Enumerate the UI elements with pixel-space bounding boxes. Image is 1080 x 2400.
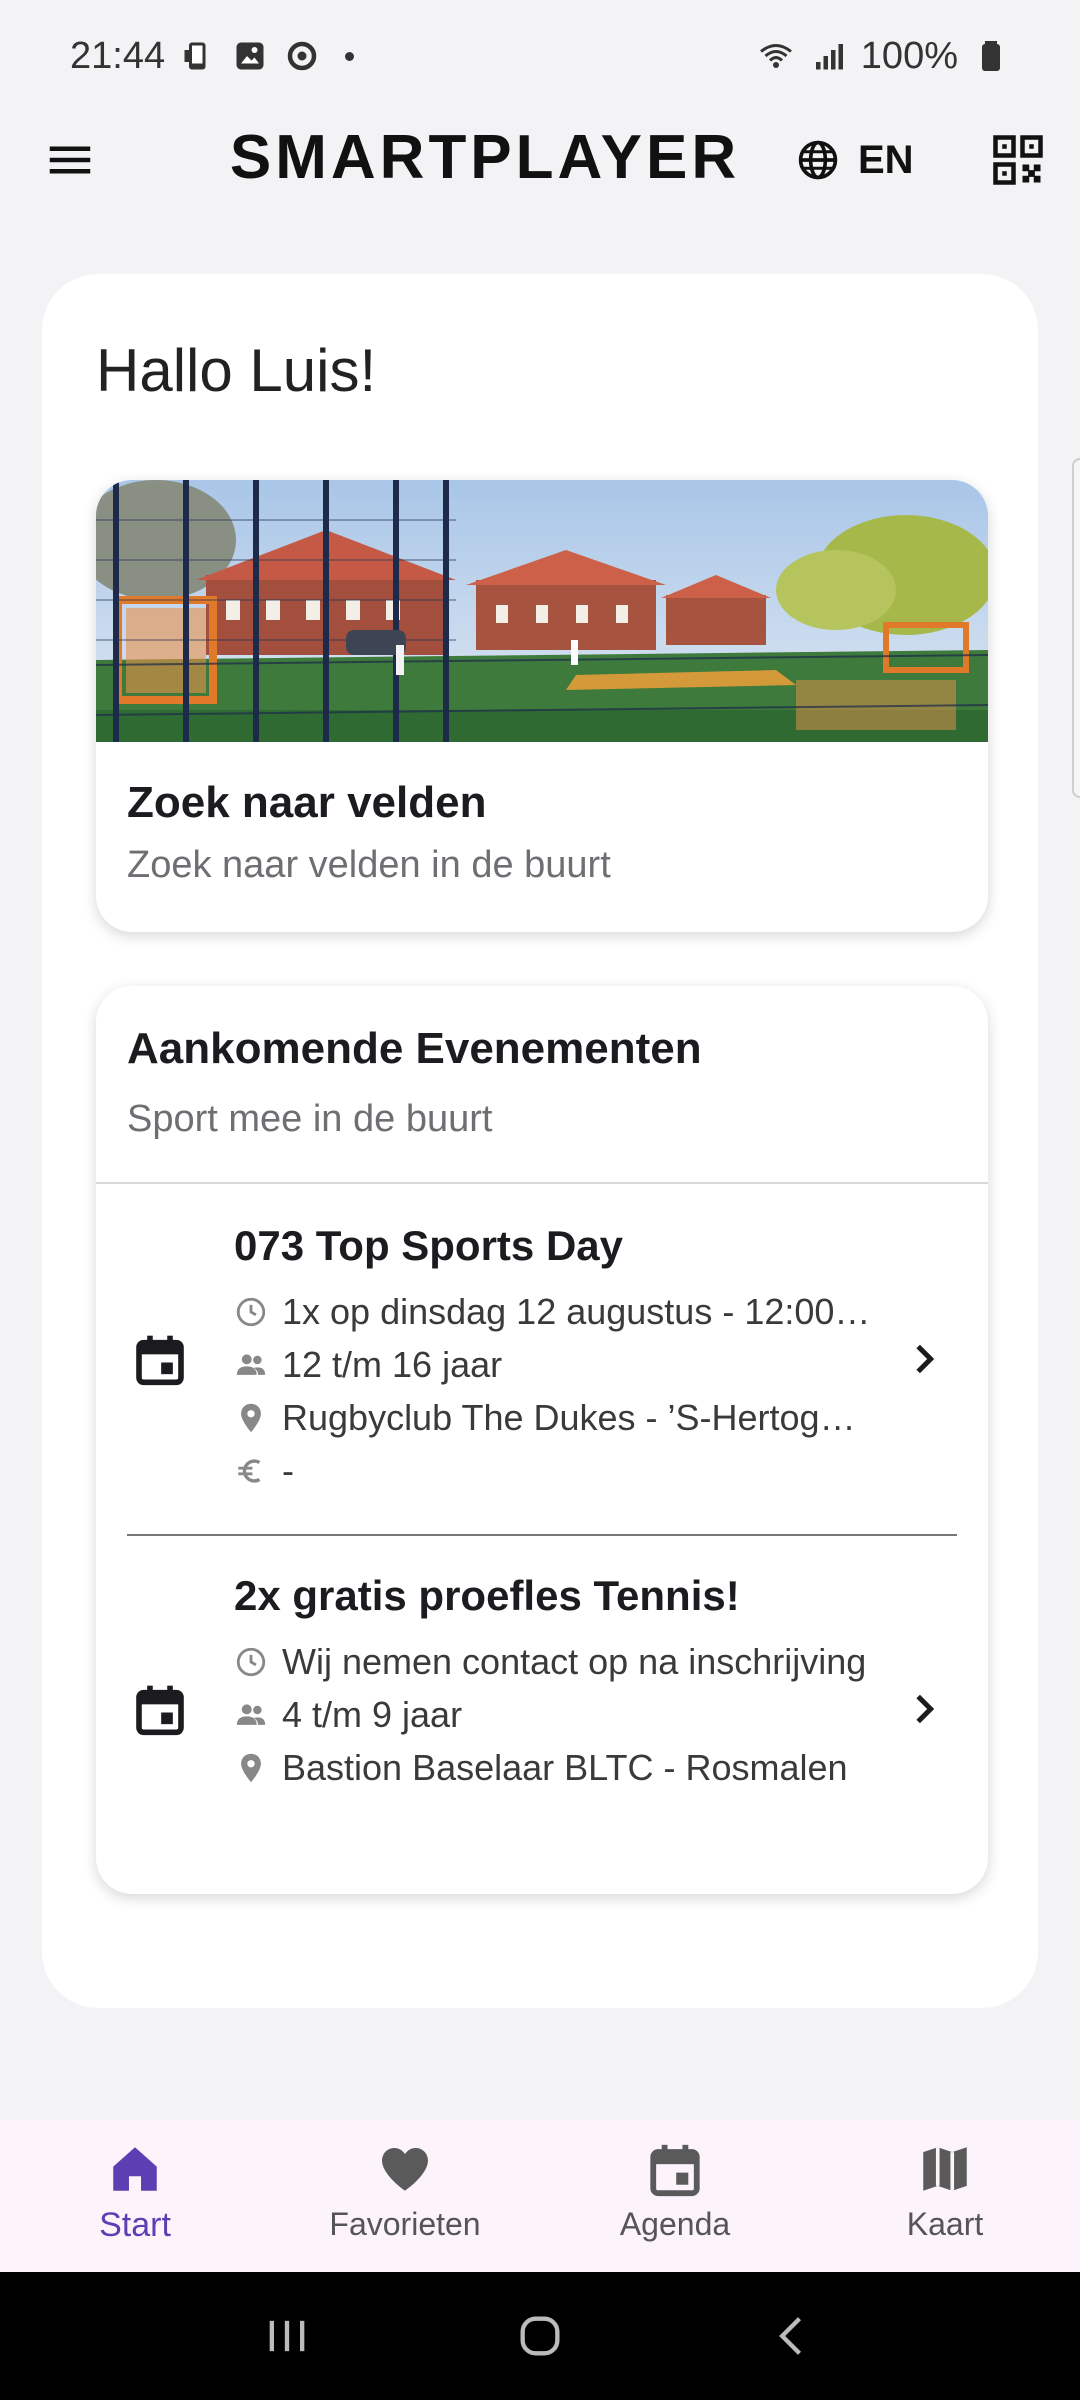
event-age: 12 t/m 16 jaar <box>234 1341 874 1389</box>
calendar-icon <box>136 1685 184 1736</box>
recent-apps-icon <box>269 2320 304 2352</box>
home-icon <box>113 2147 157 2191</box>
event-title: 073 Top Sports Day <box>234 1222 623 1269</box>
event-location: Bastion Baselaar BLTC - Rosmalen <box>234 1744 874 1792</box>
event-location-text: Bastion Baselaar BLTC - Rosmalen <box>282 1747 848 1788</box>
nav-label: Start <box>99 2206 171 2244</box>
qr-code-icon <box>993 135 1043 185</box>
battery-icon <box>972 37 1010 75</box>
location-pin-icon <box>241 1403 261 1433</box>
events-card-title: Aankomende Evenementen <box>127 1024 702 1073</box>
home-circle-icon <box>520 2316 560 2356</box>
calendar-icon <box>650 2144 700 2197</box>
recent-apps-button[interactable] <box>257 2306 317 2366</box>
back-arrow-icon <box>779 2317 802 2355</box>
sports-field-photo <box>96 480 988 742</box>
event-price-text: - <box>282 1450 294 1491</box>
language-label: EN <box>858 137 914 182</box>
euro-icon <box>238 1459 261 1483</box>
nav-label: Favorieten <box>329 2206 481 2242</box>
wifi-icon <box>757 37 795 75</box>
clock-icon <box>236 1297 266 1327</box>
chevron-right-icon <box>916 1344 935 1374</box>
battery-percentage: 100% <box>860 34 958 77</box>
nav-item-kaart[interactable]: Kaart <box>810 2120 1080 2272</box>
back-button[interactable] <box>763 2306 823 2366</box>
edge-panel-handle[interactable] <box>1072 458 1080 798</box>
gallery-icon <box>231 37 269 75</box>
event-schedule-text: Wij nemen contact op na inschrijving <box>282 1641 867 1682</box>
search-fields-card[interactable]: Zoek naar velden Zoek naar velden in de … <box>96 480 988 932</box>
event-age-text: 12 t/m 16 jaar <box>282 1344 503 1385</box>
greeting: Hallo Luis! <box>96 337 377 404</box>
event-title: 2x gratis proefles Tennis! <box>234 1572 740 1619</box>
event-location: Rugbyclub The Dukes - ’S-Hertogenbosch <box>234 1394 874 1442</box>
event-list-item[interactable]: 073 Top Sports Day 1x op dinsdag 12 augu… <box>96 1184 988 1536</box>
notification-dot <box>345 51 355 61</box>
clock-icon <box>236 1647 266 1677</box>
field-card-title: Zoek naar velden <box>127 778 487 827</box>
phone-icon <box>179 37 217 75</box>
nav-item-start[interactable]: Start <box>0 2120 270 2272</box>
signal-icon <box>809 37 847 75</box>
upcoming-events-card: Aankomende Evenementen Sport mee in de b… <box>96 986 988 1894</box>
event-schedule: 1x op dinsdag 12 augustus - 12:00 - 16:0… <box>234 1288 874 1336</box>
app-bar: SMARTPLAYER EN <box>0 112 1080 208</box>
map-icon <box>923 2147 967 2191</box>
event-age-text: 4 t/m 9 jaar <box>282 1694 463 1735</box>
home-system-button[interactable] <box>510 2306 570 2366</box>
nav-label: Agenda <box>619 2206 731 2242</box>
chevron-right-icon <box>916 1694 935 1724</box>
heart-icon <box>382 2147 428 2191</box>
group-icon <box>236 1354 266 1375</box>
events-card-subtitle: Sport mee in de buurt <box>127 1098 493 1140</box>
nav-item-agenda[interactable]: Agenda <box>540 2120 810 2272</box>
globe-icon <box>798 140 838 180</box>
field-card-subtitle: Zoek naar velden in de buurt <box>127 844 611 886</box>
status-bar: 21:44 100% <box>0 0 1080 112</box>
home-card: Hallo Luis! Zoek naar velden Zoek naar v… <box>42 274 1038 2008</box>
nav-item-favorieten[interactable]: Favorieten <box>270 2120 540 2272</box>
event-schedule-text: 1x op dinsdag 12 augustus - 12:00 - 16:0… <box>282 1291 872 1332</box>
sync-icon <box>283 37 321 75</box>
event-schedule: Wij nemen contact op na inschrijving <box>234 1638 874 1686</box>
events-list[interactable]: 073 Top Sports Day 1x op dinsdag 12 augu… <box>96 1184 988 1826</box>
event-age: 4 t/m 9 jaar <box>234 1691 874 1739</box>
event-price: - <box>234 1447 874 1495</box>
system-navigation-bar <box>0 2272 1080 2400</box>
bottom-navigation: Start Favorieten Agenda Kaart <box>0 2120 1080 2272</box>
status-time: 21:44 <box>70 34 166 77</box>
qr-code-button[interactable] <box>988 130 1048 190</box>
location-pin-icon <box>241 1753 261 1783</box>
nav-label: Kaart <box>906 2206 984 2242</box>
calendar-icon <box>136 1335 184 1386</box>
group-icon <box>236 1704 266 1725</box>
language-selector-button[interactable]: EN <box>796 126 914 194</box>
event-list-item[interactable]: 2x gratis proefles Tennis! Wij nemen con… <box>96 1536 988 1826</box>
event-location-text: Rugbyclub The Dukes - ’S-Hertogenbosch <box>282 1397 872 1438</box>
